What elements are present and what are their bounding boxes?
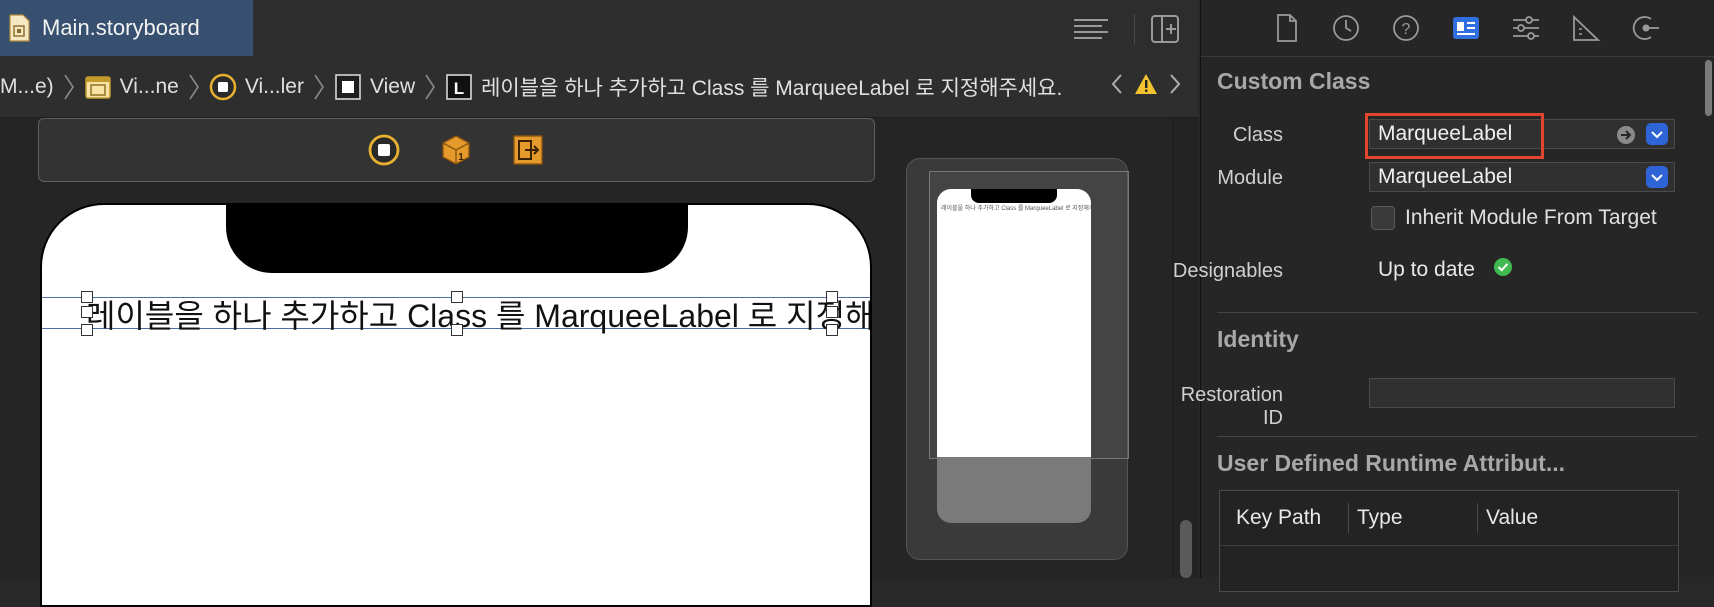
chevron-down-icon bbox=[1651, 131, 1663, 139]
identity-title: Identity bbox=[1217, 326, 1299, 352]
breadcrumb-item-view[interactable]: View bbox=[334, 73, 415, 101]
device-notch bbox=[226, 205, 688, 273]
inspector-scrollbar[interactable] bbox=[1701, 58, 1714, 578]
tab-title: Main.storyboard bbox=[42, 15, 200, 40]
chevron-right-icon bbox=[425, 74, 436, 100]
breadcrumb: M...e) Vi...ne Vi...ler View L 레이블을 하나 추… bbox=[0, 57, 1198, 118]
designables-status: Up to date bbox=[1378, 258, 1513, 282]
svg-text:?: ? bbox=[1402, 21, 1411, 38]
inherit-module-checkbox[interactable] bbox=[1371, 206, 1395, 230]
identity-inspector-icon[interactable] bbox=[1449, 12, 1483, 44]
resize-handle[interactable] bbox=[826, 291, 838, 303]
view-icon bbox=[335, 74, 361, 100]
resize-handle[interactable] bbox=[81, 306, 93, 318]
minimap[interactable]: 레이블을 하나 추가하고 Class 를 MarqueeLabel 로 지정해주… bbox=[906, 158, 1129, 560]
restoration-id-field[interactable] bbox=[1369, 378, 1675, 408]
issue-navigator bbox=[1110, 72, 1182, 96]
storyboard-file-icon bbox=[9, 14, 30, 42]
custom-class-title: Custom Class bbox=[1217, 68, 1371, 94]
chevron-left-icon[interactable] bbox=[1110, 72, 1124, 96]
scrollbar-thumb[interactable] bbox=[1705, 60, 1712, 116]
column-label: Value bbox=[1486, 506, 1539, 529]
restoration-id-label: Restoration ID bbox=[1180, 384, 1283, 429]
connections-inspector-icon[interactable] bbox=[1629, 12, 1663, 44]
resize-handle[interactable] bbox=[826, 306, 838, 318]
marquee-label[interactable]: 레이블을 하나 추가하고 Class 를 MarqueeLabel 로 지정해주… bbox=[86, 297, 870, 335]
chevron-right-icon bbox=[64, 74, 74, 100]
canvas-scrollbar[interactable] bbox=[1172, 118, 1199, 578]
scrollbar-thumb[interactable] bbox=[1180, 520, 1192, 578]
resize-handle[interactable] bbox=[826, 324, 838, 336]
resize-handle[interactable] bbox=[81, 291, 93, 303]
label-icon: L bbox=[446, 74, 472, 100]
breadcrumb-item-viewcontroller[interactable]: Vi...ler bbox=[209, 73, 304, 101]
file-inspector-icon[interactable] bbox=[1269, 12, 1303, 44]
breadcrumb-item-scene[interactable]: Vi...ne bbox=[84, 73, 179, 101]
designables-value: Up to date bbox=[1378, 258, 1475, 281]
class-field-highlight bbox=[1365, 113, 1544, 159]
exit-icon[interactable] bbox=[511, 133, 545, 167]
tab-main-storyboard[interactable]: Main.storyboard bbox=[0, 0, 253, 56]
checkmark-circle-icon bbox=[1493, 258, 1512, 276]
breadcrumb-label: M...e) bbox=[0, 75, 54, 98]
help-inspector-icon[interactable]: ? bbox=[1389, 12, 1423, 44]
minimap-scene: 레이블을 하나 추가하고 Class 를 MarqueeLabel 로 지정해주… bbox=[937, 189, 1091, 523]
editor-tab-bar: Main.storyboard bbox=[0, 0, 1198, 58]
runtime-attributes-title: User Defined Runtime Attribut... bbox=[1217, 450, 1565, 476]
viewcontroller-icon[interactable] bbox=[367, 133, 401, 167]
scene-dock: 1 bbox=[38, 118, 875, 182]
runtime-attributes-table[interactable]: Key Path Type Value bbox=[1219, 490, 1679, 592]
viewcontroller-icon bbox=[209, 73, 237, 101]
class-dropdown-button[interactable] bbox=[1646, 123, 1668, 145]
inspector-panel: ? Custom Class Class MarqueeLabel Module… bbox=[1173, 0, 1714, 592]
chevron-right-icon[interactable] bbox=[1168, 72, 1182, 96]
minimap-label: 레이블을 하나 추가하고 Class 를 MarqueeLabel 로 지정해주… bbox=[941, 206, 1091, 212]
column-label: Key Path bbox=[1236, 506, 1322, 529]
toolbar-divider bbox=[1134, 14, 1135, 44]
column-header-value[interactable]: Value bbox=[1478, 491, 1658, 545]
breadcrumb-item-storyboard[interactable]: M...e) bbox=[0, 75, 54, 99]
chevron-right-icon bbox=[189, 74, 199, 100]
chevron-right-icon bbox=[314, 74, 324, 100]
svg-text:1: 1 bbox=[458, 152, 464, 163]
column-label: Type bbox=[1357, 506, 1403, 529]
module-field-value: MarqueeLabel bbox=[1378, 165, 1513, 188]
inherit-module-checkbox-row[interactable]: Inherit Module From Target bbox=[1371, 206, 1657, 230]
breadcrumb-label: Vi...ler bbox=[244, 75, 304, 98]
chevron-down-icon bbox=[1651, 174, 1663, 182]
editor-options-icon[interactable] bbox=[1072, 14, 1110, 44]
module-dropdown-button[interactable] bbox=[1646, 166, 1668, 188]
module-field[interactable]: MarqueeLabel bbox=[1369, 162, 1675, 192]
resize-handle[interactable] bbox=[451, 291, 463, 303]
first-responder-icon[interactable]: 1 bbox=[439, 133, 473, 167]
navigate-arrow-icon[interactable] bbox=[1616, 125, 1636, 145]
breadcrumb-item-label[interactable]: L 레이블을 하나 추가하고 Class 를 MarqueeLabel 로 지정… bbox=[445, 72, 1062, 102]
section-divider bbox=[1217, 436, 1697, 437]
inspector-tab-bar: ? bbox=[1201, 0, 1714, 57]
add-editor-icon[interactable] bbox=[1150, 14, 1180, 44]
resize-handle[interactable] bbox=[451, 324, 463, 336]
designables-label: Designables bbox=[1172, 260, 1283, 282]
breadcrumb-label: Vi...ne bbox=[119, 75, 179, 98]
storyboard-editor: Main.storyboard M...e) Vi...ne Vi...ler … bbox=[0, 0, 1199, 607]
column-header-type[interactable]: Type bbox=[1349, 491, 1477, 545]
inherit-module-label: Inherit Module From Target bbox=[1405, 206, 1657, 229]
history-inspector-icon[interactable] bbox=[1329, 12, 1363, 44]
resize-handle[interactable] bbox=[81, 324, 93, 336]
breadcrumb-label: 레이블을 하나 추가하고 Class 를 MarqueeLabel 로 지정해주… bbox=[481, 77, 1063, 100]
minimap-screen: 레이블을 하나 추가하고 Class 를 MarqueeLabel 로 지정해주… bbox=[937, 189, 1091, 457]
column-header-key-path[interactable]: Key Path bbox=[1220, 491, 1348, 545]
class-field-label: Class bbox=[1232, 124, 1283, 146]
iphone-canvas-view[interactable]: 레이블을 하나 추가하고 Class 를 MarqueeLabel 로 지정해주… bbox=[40, 203, 872, 607]
module-field-label: Module bbox=[1217, 167, 1283, 189]
table-header: Key Path Type Value bbox=[1220, 491, 1678, 546]
warning-icon[interactable] bbox=[1134, 72, 1158, 96]
minimap-notch bbox=[971, 189, 1057, 203]
storyboard-scene-icon bbox=[84, 76, 111, 99]
breadcrumb-label: View bbox=[369, 75, 416, 98]
attributes-inspector-icon[interactable] bbox=[1509, 12, 1543, 44]
size-inspector-icon[interactable] bbox=[1569, 12, 1603, 44]
svg-text:L: L bbox=[454, 79, 464, 98]
section-divider bbox=[1217, 312, 1697, 313]
